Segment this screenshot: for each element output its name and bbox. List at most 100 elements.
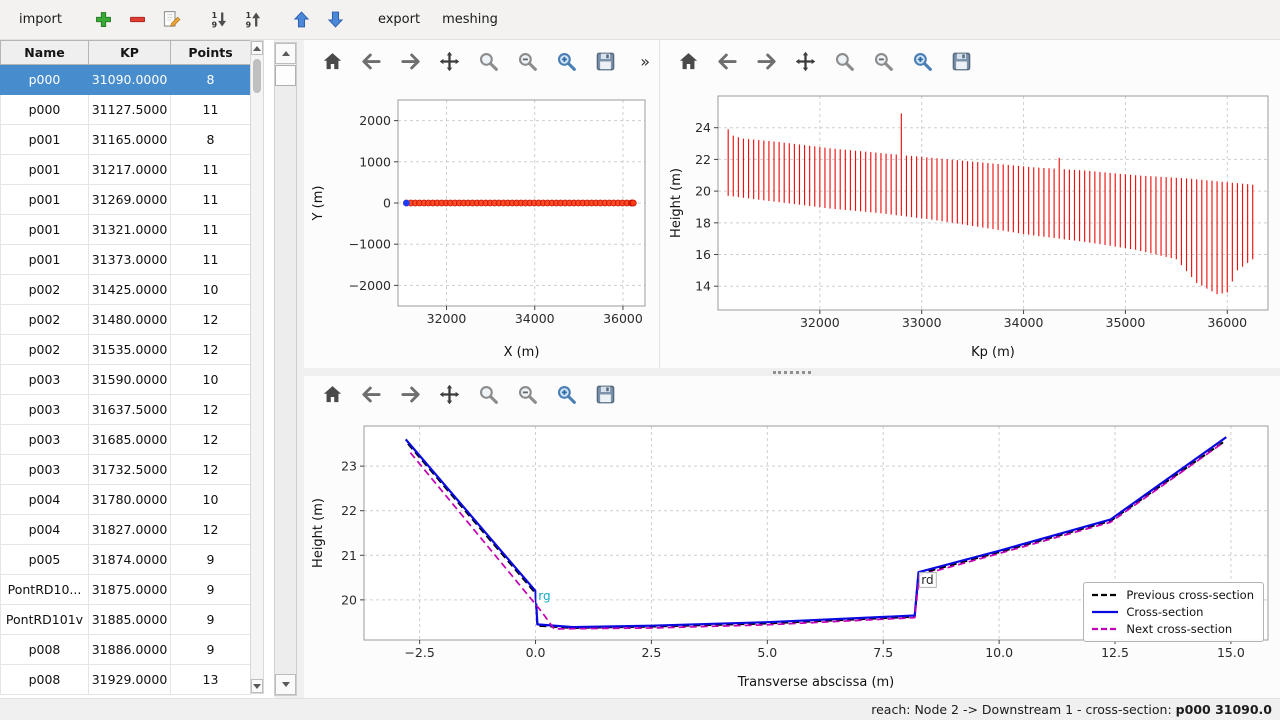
down-arrow-icon bbox=[282, 682, 290, 687]
table-row[interactable]: p00131217.000011 bbox=[1, 155, 251, 185]
table-row[interactable]: p00331685.000012 bbox=[1, 425, 251, 455]
splitter-handle[interactable] bbox=[773, 371, 811, 374]
table-scroll-down-button[interactable] bbox=[251, 679, 263, 693]
forward-button[interactable] bbox=[396, 380, 424, 408]
legend-label: Cross-section bbox=[1126, 605, 1203, 619]
table-row[interactable]: p00131321.000011 bbox=[1, 215, 251, 245]
zoom-button[interactable] bbox=[830, 47, 858, 75]
cell-name: p000 bbox=[1, 95, 89, 125]
table-row[interactable]: PontRD101v31885.00009 bbox=[1, 605, 251, 635]
home-button[interactable] bbox=[318, 47, 346, 75]
plan-view-plot[interactable]: 320003400036000−2000−1000010002000X (m)Y… bbox=[304, 82, 659, 368]
cell-name: p003 bbox=[1, 455, 89, 485]
forward-button[interactable] bbox=[396, 47, 424, 75]
meshing-button[interactable]: meshing bbox=[433, 7, 507, 32]
cell-points: 8 bbox=[171, 125, 251, 155]
up-arrow-icon bbox=[282, 51, 290, 56]
table-row[interactable]: p00131373.000011 bbox=[1, 245, 251, 275]
panel-scroll-down-button[interactable] bbox=[275, 674, 296, 695]
cell-points: 10 bbox=[171, 365, 251, 395]
cell-kp: 31886.0000 bbox=[89, 635, 171, 665]
table-row[interactable]: p00431827.000012 bbox=[1, 515, 251, 545]
import-button[interactable]: import bbox=[10, 7, 71, 32]
table-row[interactable]: p00531874.00009 bbox=[1, 545, 251, 575]
table-row[interactable]: p00131165.00008 bbox=[1, 125, 251, 155]
sort-ascending-button[interactable]: 19 bbox=[205, 5, 235, 35]
zoom-in-button[interactable] bbox=[552, 380, 580, 408]
sort-descending-icon: 19 bbox=[243, 9, 264, 30]
table-row[interactable]: p00331590.000010 bbox=[1, 365, 251, 395]
cell-points: 12 bbox=[171, 515, 251, 545]
table-row[interactable]: p00331637.500012 bbox=[1, 395, 251, 425]
zoom-in-button[interactable] bbox=[552, 47, 580, 75]
zoom-button[interactable] bbox=[474, 380, 502, 408]
back-icon bbox=[360, 50, 383, 73]
cell-name: p002 bbox=[1, 275, 89, 305]
svg-text:Y (m): Y (m) bbox=[311, 186, 326, 222]
cell-points: 10 bbox=[171, 485, 251, 515]
table-scroll-up-button[interactable] bbox=[251, 41, 263, 55]
table-row[interactable]: p00231480.000012 bbox=[1, 305, 251, 335]
svg-text:−1000: −1000 bbox=[349, 237, 391, 252]
back-button[interactable] bbox=[357, 47, 385, 75]
longitudinal-profile-plot[interactable]: 3200033000340003500036000141618202224Kp … bbox=[660, 82, 1280, 368]
column-header[interactable]: Name bbox=[1, 41, 89, 65]
edit-cross-section-button[interactable] bbox=[157, 5, 187, 35]
zoom-in-button[interactable] bbox=[908, 47, 936, 75]
back-button[interactable] bbox=[357, 380, 385, 408]
main-toolbar: import 19 19 bbox=[0, 0, 1280, 40]
save-button[interactable] bbox=[591, 47, 619, 75]
zoom-out-button[interactable] bbox=[513, 380, 541, 408]
zoom-out-icon bbox=[872, 50, 895, 73]
svg-text:34000: 34000 bbox=[1004, 315, 1044, 330]
table-row[interactable]: p00831886.00009 bbox=[1, 635, 251, 665]
table-scrollbar-handle[interactable] bbox=[253, 59, 261, 93]
panel-scroll-up-button[interactable] bbox=[275, 43, 296, 64]
export-button[interactable]: export bbox=[369, 7, 429, 32]
table-scrollbar[interactable] bbox=[250, 40, 264, 694]
save-button[interactable] bbox=[947, 47, 975, 75]
cell-kp: 31269.0000 bbox=[89, 185, 171, 215]
table-row[interactable]: p00231425.000010 bbox=[1, 275, 251, 305]
legend-label: Previous cross-section bbox=[1126, 588, 1254, 602]
cell-name: p003 bbox=[1, 425, 89, 455]
pan-button[interactable] bbox=[435, 47, 463, 75]
add-cross-section-button[interactable] bbox=[89, 5, 119, 35]
table-row[interactable]: p00831929.000013 bbox=[1, 665, 251, 695]
column-header[interactable]: KP bbox=[89, 41, 171, 65]
cell-points: 13 bbox=[171, 665, 251, 695]
zoom-out-button[interactable] bbox=[869, 47, 897, 75]
forward-button[interactable] bbox=[752, 47, 780, 75]
pan-button[interactable] bbox=[791, 47, 819, 75]
cell-points: 12 bbox=[171, 395, 251, 425]
home-button[interactable] bbox=[318, 380, 346, 408]
cell-kp: 31165.0000 bbox=[89, 125, 171, 155]
svg-text:9: 9 bbox=[246, 20, 251, 29]
panel-scrollbar[interactable] bbox=[274, 42, 297, 696]
svg-text:−2.5: −2.5 bbox=[404, 645, 434, 660]
table-row[interactable]: p00231535.000012 bbox=[1, 335, 251, 365]
pan-button[interactable] bbox=[435, 380, 463, 408]
move-down-button[interactable] bbox=[321, 5, 351, 35]
zoom-out-icon bbox=[516, 383, 539, 406]
table-row[interactable]: p00031090.00008 bbox=[1, 65, 251, 95]
delete-cross-section-button[interactable] bbox=[123, 5, 153, 35]
table-row[interactable]: PontRD10...31875.00009 bbox=[1, 575, 251, 605]
column-header[interactable]: Points bbox=[171, 41, 251, 65]
sort-descending-button[interactable]: 19 bbox=[239, 5, 269, 35]
panel-scrollbar-handle[interactable] bbox=[275, 65, 296, 86]
table-row[interactable]: p00331732.500012 bbox=[1, 455, 251, 485]
toolbar-overflow-button[interactable]: » bbox=[634, 50, 656, 73]
table-row[interactable]: p00131269.000011 bbox=[1, 185, 251, 215]
move-up-button[interactable] bbox=[287, 5, 317, 35]
legend-line-sample bbox=[1091, 590, 1119, 600]
table-row[interactable]: p00031127.500011 bbox=[1, 95, 251, 125]
home-button[interactable] bbox=[674, 47, 702, 75]
table-row[interactable]: p00431780.000010 bbox=[1, 485, 251, 515]
save-icon bbox=[594, 383, 617, 406]
cross-section-plot[interactable]: Previous cross-sectionCross-sectionNext … bbox=[304, 412, 1280, 698]
save-button[interactable] bbox=[591, 380, 619, 408]
zoom-button[interactable] bbox=[474, 47, 502, 75]
zoom-out-button[interactable] bbox=[513, 47, 541, 75]
back-button[interactable] bbox=[713, 47, 741, 75]
